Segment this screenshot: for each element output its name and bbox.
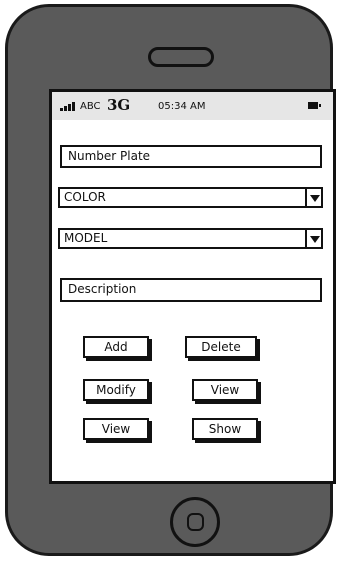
number-plate-placeholder: Number Plate [68,149,151,163]
signal-bars-icon [60,102,75,111]
description-field[interactable]: Description [60,278,322,302]
battery-icon [308,102,321,109]
chevron-down-icon[interactable] [305,187,323,208]
carrier-label: ABC [80,101,101,112]
model-select-value: MODEL [64,231,108,245]
show-button[interactable]: Show [192,418,258,440]
status-bar: ABC 3G 05:34 AM [52,92,333,120]
add-button[interactable]: Add [83,336,149,358]
color-select-value: COLOR [64,190,106,204]
phone-screen: ABC 3G 05:34 AM Number Plate COLOR MODEL… [49,89,336,484]
home-button[interactable] [170,497,220,547]
speaker-icon [148,47,214,67]
description-placeholder: Description [68,282,137,296]
status-time: 05:34 AM [158,101,206,112]
network-label: 3G [107,96,131,114]
delete-button[interactable]: Delete [185,336,257,358]
color-select[interactable]: COLOR [58,187,323,208]
view-button-left[interactable]: View [83,418,149,440]
model-select[interactable]: MODEL [58,228,323,249]
view-button-right[interactable]: View [192,379,258,401]
phone-frame: ABC 3G 05:34 AM Number Plate COLOR MODEL… [5,4,336,556]
modify-button[interactable]: Modify [83,379,149,401]
chevron-down-icon[interactable] [305,228,323,249]
home-icon [187,513,204,531]
number-plate-field[interactable]: Number Plate [60,145,322,168]
